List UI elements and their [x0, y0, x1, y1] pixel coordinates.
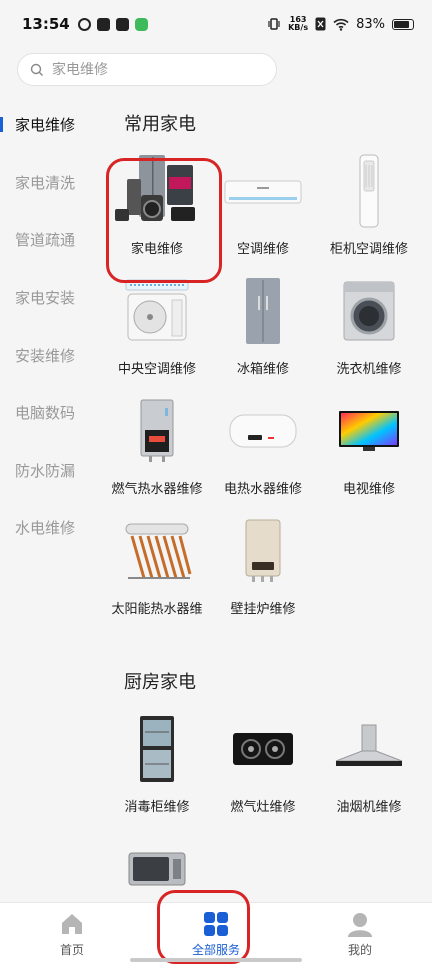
sidebar-item-appliance-repair[interactable]: 家电维修 — [0, 96, 100, 154]
sidebar-item-computer-digital[interactable]: 电脑数码 — [0, 384, 100, 442]
split-ac-icon — [213, 148, 313, 234]
electric-heater-icon — [213, 388, 313, 474]
user-icon — [348, 913, 372, 937]
sidebar-item-plumbing-electric[interactable]: 水电维修 — [0, 499, 100, 557]
section-title: 厨房家电 — [124, 672, 196, 693]
service-item-washer-repair[interactable]: 洗衣机维修 — [316, 268, 422, 388]
service-item-tv-repair[interactable]: 电视维修 — [316, 388, 422, 508]
sterilizer-icon — [107, 706, 207, 792]
status-time: 13:54 — [22, 15, 70, 33]
service-label: 中央空调维修 — [117, 362, 196, 377]
service-label: 柜机空调维修 — [329, 242, 408, 257]
category-sidebar: 家电维修 家电清洗 管道疏通 家电安装 安装维修 电脑数码 防水防漏 水电维修 — [0, 96, 100, 557]
nav-home-label: 首页 — [59, 943, 84, 957]
sidebar-item-appliance-cleaning[interactable]: 家电清洗 — [0, 154, 100, 212]
solar-heater-icon — [107, 508, 207, 594]
nav-mine-label: 我的 — [347, 943, 372, 957]
service-item-central-ac-repair[interactable]: 中央空调维修 — [104, 268, 210, 388]
gas-stove-icon — [213, 706, 313, 792]
home-icon — [62, 914, 82, 934]
service-label: 太阳能热水器维 — [111, 602, 203, 617]
wall-boiler-icon — [213, 508, 313, 594]
nav-home[interactable]: 首页 — [0, 903, 144, 964]
service-label: 冰箱维修 — [236, 362, 289, 377]
service-item-solar-heater-repair[interactable]: 太阳能热水器维 — [104, 508, 210, 628]
service-item-range-hood-repair[interactable]: 油烟机维修 — [316, 706, 422, 826]
service-label: 壁挂炉维修 — [230, 602, 296, 617]
search-input[interactable] — [52, 61, 252, 78]
service-item-fridge-repair[interactable]: 冰箱维修 — [210, 268, 316, 388]
service-label: 洗衣机维修 — [336, 362, 402, 377]
status-right: 163 KB/s 83% — [267, 16, 414, 32]
service-label: 电热水器维修 — [223, 482, 302, 497]
service-label: 油烟机维修 — [336, 800, 402, 815]
battery-percent: 83% — [356, 16, 385, 32]
vibrate-icon — [268, 18, 280, 30]
battery-icon — [392, 18, 414, 30]
message-icon — [115, 17, 129, 31]
gesture-bar[interactable] — [130, 958, 302, 962]
service-label: 燃气热水器维修 — [111, 482, 203, 497]
nav-mine[interactable]: 我的 — [288, 903, 432, 964]
gas-heater-icon — [107, 388, 207, 474]
notification-icons — [77, 17, 148, 31]
sidebar-item-install-repair[interactable]: 安装维修 — [0, 326, 100, 384]
sim-off-icon — [315, 17, 326, 31]
app-notification-icon — [134, 17, 148, 31]
section-title: 常用家电 — [124, 114, 196, 135]
sidebar-item-pipe-unclogging[interactable]: 管道疏通 — [0, 211, 100, 269]
status-bar: 13:54 163 KB/s 83% — [0, 0, 432, 48]
speed-unit: KB/s — [288, 23, 309, 32]
service-item-wall-boiler-repair[interactable]: 壁挂炉维修 — [210, 508, 316, 628]
service-item-sterilizer-repair[interactable]: 消毒柜维修 — [104, 706, 210, 826]
range-hood-icon — [319, 706, 419, 792]
washer-icon — [319, 268, 419, 354]
service-item-floor-ac-repair[interactable]: 柜机空调维修 — [316, 148, 422, 268]
floor-ac-icon — [319, 148, 419, 234]
fridge-icon — [213, 268, 313, 354]
service-label: 燃气灶维修 — [230, 800, 296, 815]
tiktok-icon — [96, 17, 110, 31]
highlight-outline-all-services — [157, 890, 250, 964]
service-label: 空调维修 — [236, 242, 289, 257]
search-icon — [30, 63, 43, 76]
service-item-electric-heater-repair[interactable]: 电热水器维修 — [210, 388, 316, 508]
notification-ring-icon — [77, 17, 91, 31]
service-item-gas-heater-repair[interactable]: 燃气热水器维修 — [104, 388, 210, 508]
service-item-gas-stove-repair[interactable]: 燃气灶维修 — [210, 706, 316, 826]
service-item-ac-repair[interactable]: 空调维修 — [210, 148, 316, 268]
service-label: 电视维修 — [342, 482, 395, 497]
service-label: 消毒柜维修 — [124, 800, 190, 815]
search-bar[interactable] — [17, 53, 277, 86]
wifi-icon — [333, 18, 349, 31]
highlight-outline-appliance-repair — [106, 158, 222, 283]
network-speed: 163 KB/s — [288, 16, 308, 32]
tv-icon — [319, 388, 419, 474]
sidebar-item-waterproofing[interactable]: 防水防漏 — [0, 442, 100, 500]
sidebar-item-appliance-install[interactable]: 家电安装 — [0, 269, 100, 327]
